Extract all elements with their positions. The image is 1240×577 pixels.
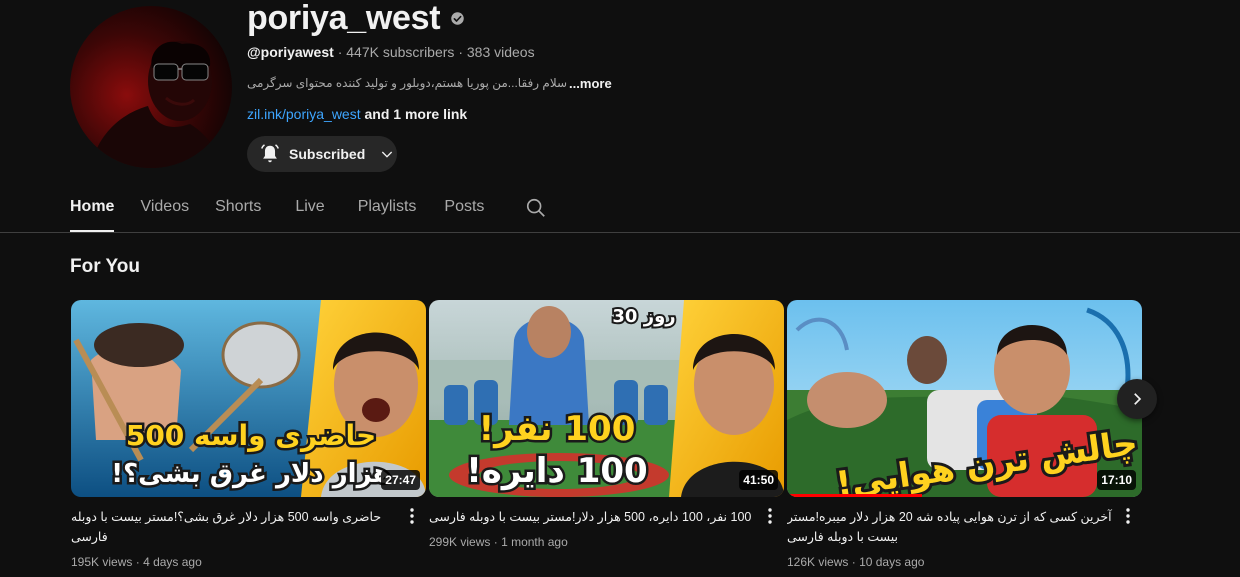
chevron-right-icon: [1134, 393, 1142, 405]
meta-separator: ·: [135, 555, 140, 569]
video-meta: 195K views · 4 days ago: [71, 555, 426, 569]
tab-posts[interactable]: Posts: [444, 190, 484, 232]
channel-stats: @poriyawest · 447K subscribers · 383 vid…: [247, 44, 612, 62]
video-views: 195K views: [71, 555, 133, 569]
watch-progress-bar: [787, 494, 922, 497]
tab-shorts[interactable]: Shorts: [215, 190, 261, 232]
video-age: 4 days ago: [143, 555, 202, 569]
channel-links: zil.ink/poriya_west and 1 more link: [247, 106, 612, 124]
subscribed-button[interactable]: Subscribed: [247, 136, 397, 172]
meta-separator: ·: [493, 535, 498, 549]
video-meta: 126K views · 10 days ago: [787, 555, 1142, 569]
tab-videos[interactable]: Videos: [140, 190, 189, 232]
tabs-divider: [0, 232, 1240, 233]
stat-separator: ·: [337, 44, 343, 60]
channel-handle: @poriyawest: [247, 44, 334, 60]
channel-info: poriya_west @poriyawest · 447K subscribe…: [247, 0, 612, 124]
video-title[interactable]: 100 نفر، 100 دایره، 500 هزار دلار!مستر ب…: [429, 507, 784, 527]
channel-description[interactable]: سلام رفقا...من پوریا هستم،دوبلور و تولید…: [247, 76, 612, 92]
stat-separator: ·: [458, 44, 463, 60]
channel-title-row: poriya_west: [247, 0, 612, 37]
thumbnail-line-2: هزار دلار غرق بشی؟!: [111, 459, 391, 489]
video-age: 10 days ago: [859, 555, 925, 569]
carousel-next-button[interactable]: [1117, 379, 1157, 419]
video-meta: 299K views · 1 month ago: [429, 535, 784, 549]
video-thumbnail[interactable]: چالش ترن هوایی! 17:10: [787, 300, 1142, 497]
search-icon[interactable]: [525, 197, 547, 219]
more-vert-icon[interactable]: [1120, 506, 1136, 526]
video-thumbnail[interactable]: روز 30 100 نفر! 100 دایره! 41:50: [429, 300, 784, 497]
description-more-link[interactable]: ...more: [569, 76, 612, 92]
chevron-down-icon: [382, 151, 393, 158]
more-vert-icon[interactable]: [762, 506, 778, 526]
video-views: 126K views: [787, 555, 849, 569]
video-card[interactable]: حاضری واسه 500 هزار دلار غرق بشی؟! 27:47…: [71, 300, 426, 569]
thumbnail-text: چالش ترن هوایی!: [831, 420, 1142, 497]
tab-home[interactable]: Home: [70, 190, 115, 232]
video-duration: 41:50: [739, 470, 778, 490]
verified-check-icon: [451, 11, 464, 25]
channel-name: poriya_west: [247, 0, 441, 37]
channel-avatar[interactable]: [70, 6, 232, 168]
section-title: For You: [70, 256, 141, 277]
video-views: 299K views: [429, 535, 491, 549]
video-thumbnail[interactable]: حاضری واسه 500 هزار دلار غرق بشی؟! 27:47: [71, 300, 426, 497]
video-age: 1 month ago: [501, 535, 568, 549]
thumbnail-text: روز 30 100 نفر! 100 دایره!: [464, 304, 678, 494]
tab-live[interactable]: Live: [295, 190, 324, 232]
thumbnail-badge: روز 30: [612, 306, 675, 327]
video-title[interactable]: آخرین کسی که از ترن هوایی پیاده شه 20 هز…: [787, 507, 1142, 547]
video-duration: 27:47: [381, 470, 420, 490]
description-text: سلام رفقا...من پوریا هستم،دوبلور و تولید…: [247, 76, 568, 90]
more-vert-icon[interactable]: [404, 506, 420, 526]
more-links-button[interactable]: and 1 more link: [365, 106, 468, 122]
thumbnail-line-1: 100 نفر!: [479, 409, 636, 449]
channel-external-link[interactable]: zil.ink/poriya_west: [247, 106, 361, 122]
thumbnail-line-2: 100 دایره!: [466, 451, 647, 491]
thumbnail-line-1: حاضری واسه 500: [126, 419, 376, 452]
video-duration: 17:10: [1097, 470, 1136, 490]
video-card[interactable]: روز 30 100 نفر! 100 دایره! 41:50 100 نفر…: [429, 300, 784, 549]
subscribed-label: Subscribed: [289, 146, 366, 162]
thumbnail-text: حاضری واسه 500 هزار دلار غرق بشی؟!: [109, 417, 394, 492]
channel-page: poriya_west @poriyawest · 447K subscribe…: [0, 0, 1240, 577]
video-count: 383 videos: [466, 44, 535, 60]
tab-playlists[interactable]: Playlists: [358, 190, 417, 232]
bell-icon: [261, 144, 279, 163]
video-title[interactable]: حاضری واسه 500 هزار دلار غرق بشی؟!مستر ب…: [71, 507, 426, 547]
subscriber-count: 447K subscribers: [346, 44, 455, 60]
thumbnail-line-1: چالش ترن هوایی!: [834, 423, 1141, 497]
video-card[interactable]: چالش ترن هوایی! 17:10 آخرین کسی که از تر…: [787, 300, 1142, 569]
meta-separator: ·: [851, 555, 856, 569]
channel-tabs: Home Videos Shorts Live Playlists Posts: [70, 190, 484, 232]
